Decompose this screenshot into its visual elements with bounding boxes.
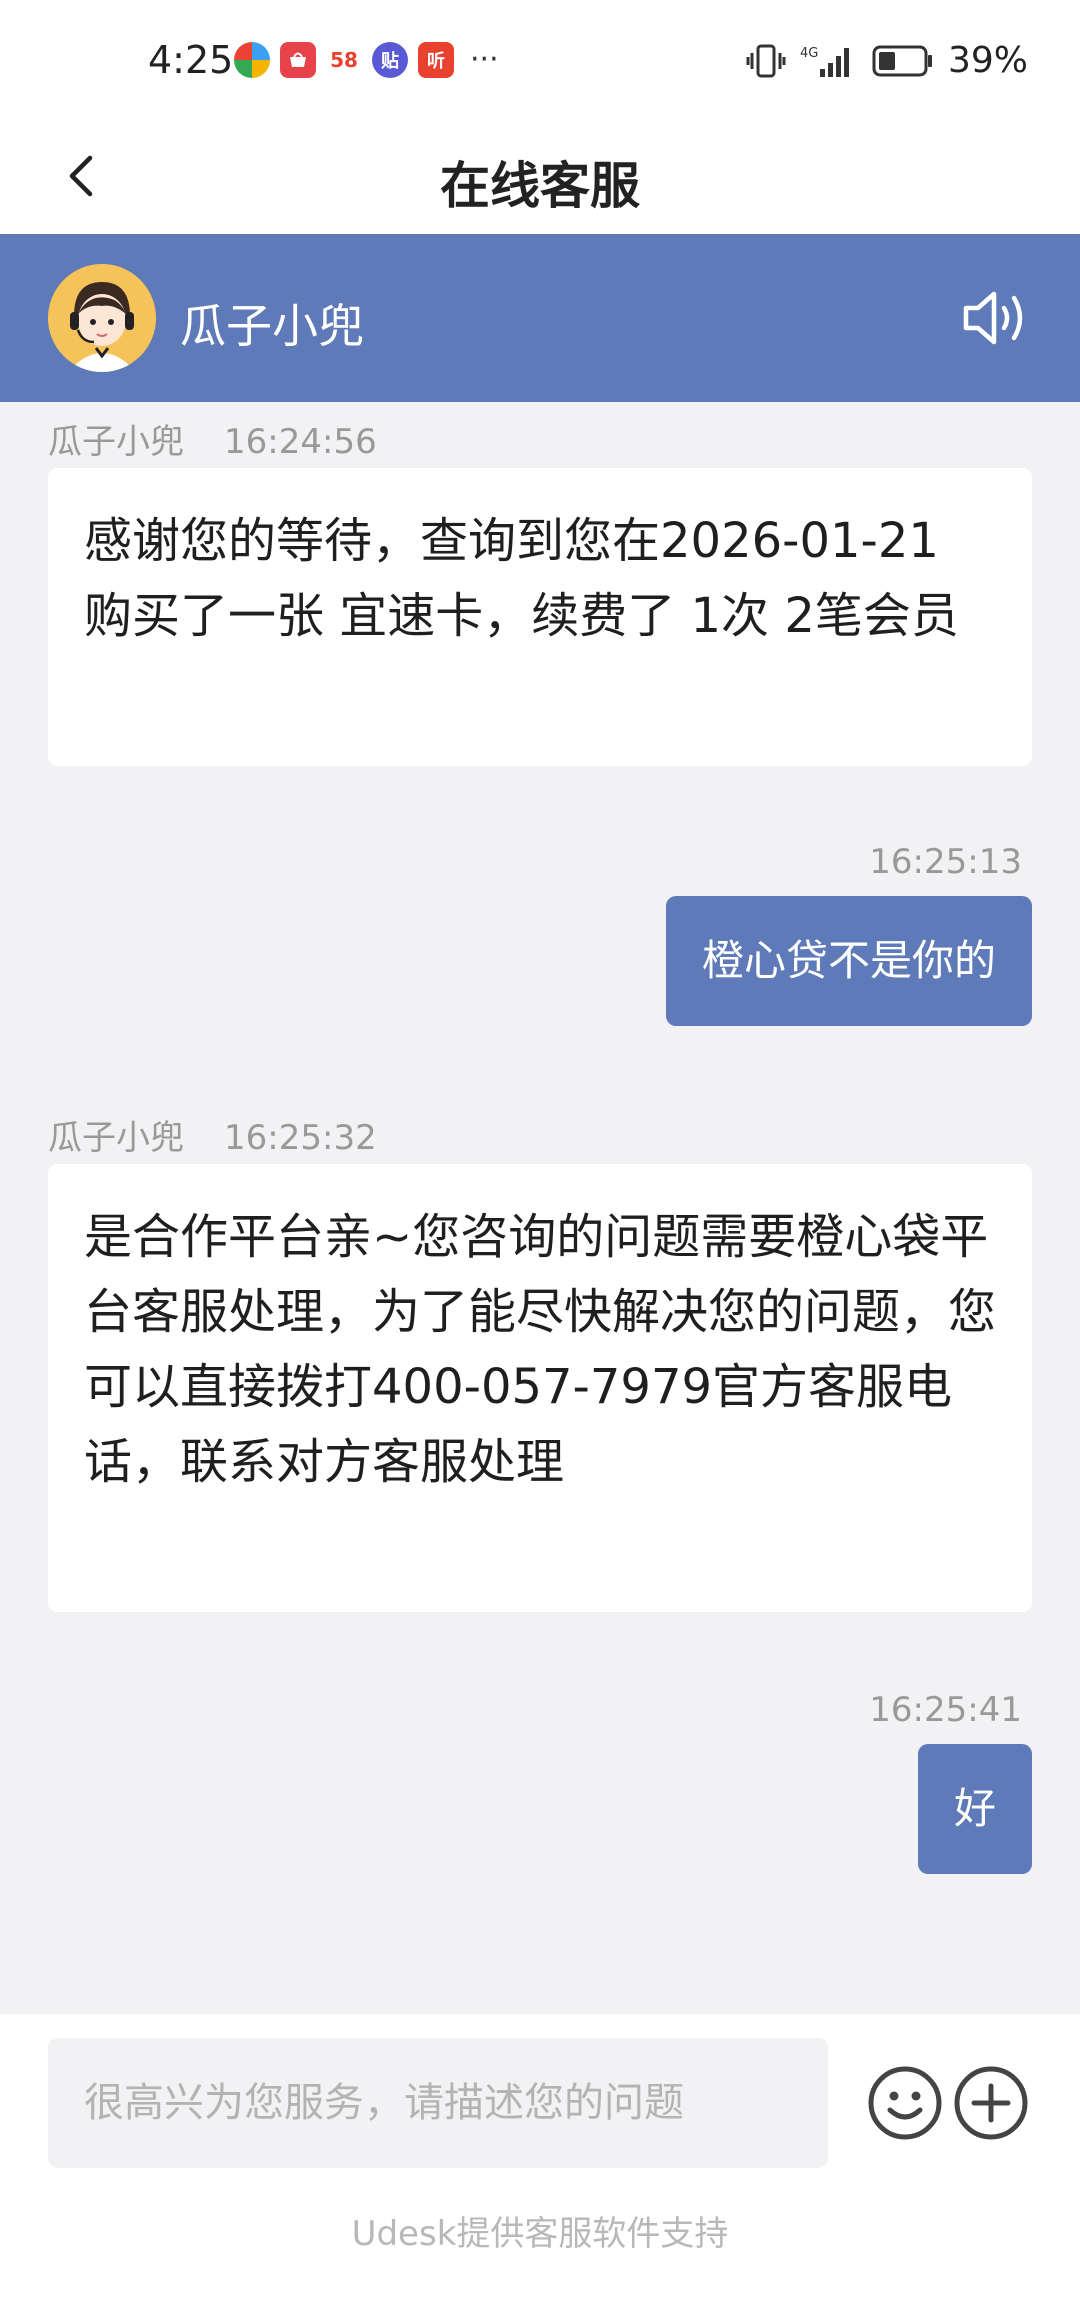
input-bar: Udesk提供客服软件支持 [0, 2014, 1080, 2310]
agent-name: 瓜子小兜 [180, 299, 364, 353]
page-title: 在线客服 [440, 157, 640, 215]
message-text: 是合作平台亲~您咨询的问题需要橙心袋平台客服处理，为了能尽快解决您的问题，您可以… [84, 1209, 997, 1490]
svg-text:4G: 4G [800, 46, 818, 61]
speaker-icon [963, 291, 1023, 345]
emoji-button[interactable] [866, 2064, 944, 2142]
agent-message-bubble: 是合作平台亲~您咨询的问题需要橙心袋平台客服处理，为了能尽快解决您的问题，您可以… [48, 1164, 1032, 1612]
user-message-bubble: 好 [918, 1744, 1032, 1874]
agent-message-bubble: 感谢您的等待，查询到您在2026-01-21 购买了一张 宜速卡，续费了 1次 … [48, 468, 1032, 766]
message-time: 16:25:13 [869, 842, 1022, 882]
more-notifications-icon: ··· [470, 42, 499, 77]
chat-screen: 4:25 58 贴 听 ··· 4G 39% 在线客服 瓜子小兜 瓜子小兜 16… [0, 0, 1080, 2310]
notification-icons: 58 贴 听 ··· [234, 42, 499, 78]
message-time: 16:25:32 [224, 1118, 377, 1158]
app-icon-1 [234, 42, 270, 78]
vibrate-icon [746, 44, 786, 77]
title-bar: 在线客服 [0, 118, 1080, 234]
message-input[interactable] [84, 2080, 792, 2126]
message-text: 感谢您的等待，查询到您在2026-01-21 购买了一张 宜速卡，续费了 1次 … [84, 513, 959, 644]
sender-name: 瓜子小兜 [48, 422, 184, 462]
sound-toggle-button[interactable] [960, 286, 1032, 350]
message-input-container [48, 2038, 828, 2168]
message-text: 好 [953, 1784, 996, 1833]
ting-app-icon: 听 [418, 42, 454, 78]
signal-icon: 4G [800, 46, 849, 77]
message-meta: 瓜子小兜 16:24:56 [48, 414, 377, 463]
sender-name: 瓜子小兜 [48, 1118, 184, 1158]
agent-avatar [48, 264, 156, 372]
message-meta: 瓜子小兜 16:25:32 [48, 1110, 377, 1159]
message-time: 16:24:56 [224, 422, 377, 462]
message-time: 16:25:41 [869, 1690, 1022, 1730]
battery-percent: 39% [947, 40, 1028, 81]
more-actions-button[interactable] [952, 2064, 1030, 2142]
huawei-store-icon [280, 42, 316, 78]
smiley-icon [868, 2066, 942, 2140]
status-bar: 4:25 58 贴 听 ··· 4G 39% [0, 0, 1080, 118]
status-right: 4G 39% [746, 40, 1028, 81]
battery-icon [872, 45, 932, 76]
tieba-icon: 贴 [372, 42, 408, 78]
powered-by-text: Udesk提供客服软件支持 [351, 2214, 729, 2254]
agent-header: 瓜子小兜 [0, 234, 1080, 402]
message-text: 橙心贷不是你的 [701, 936, 996, 985]
user-message-bubble: 橙心贷不是你的 [666, 896, 1032, 1026]
status-time: 4:25 [148, 38, 234, 82]
plus-icon [954, 2066, 1028, 2140]
58-app-icon: 58 [326, 42, 362, 78]
